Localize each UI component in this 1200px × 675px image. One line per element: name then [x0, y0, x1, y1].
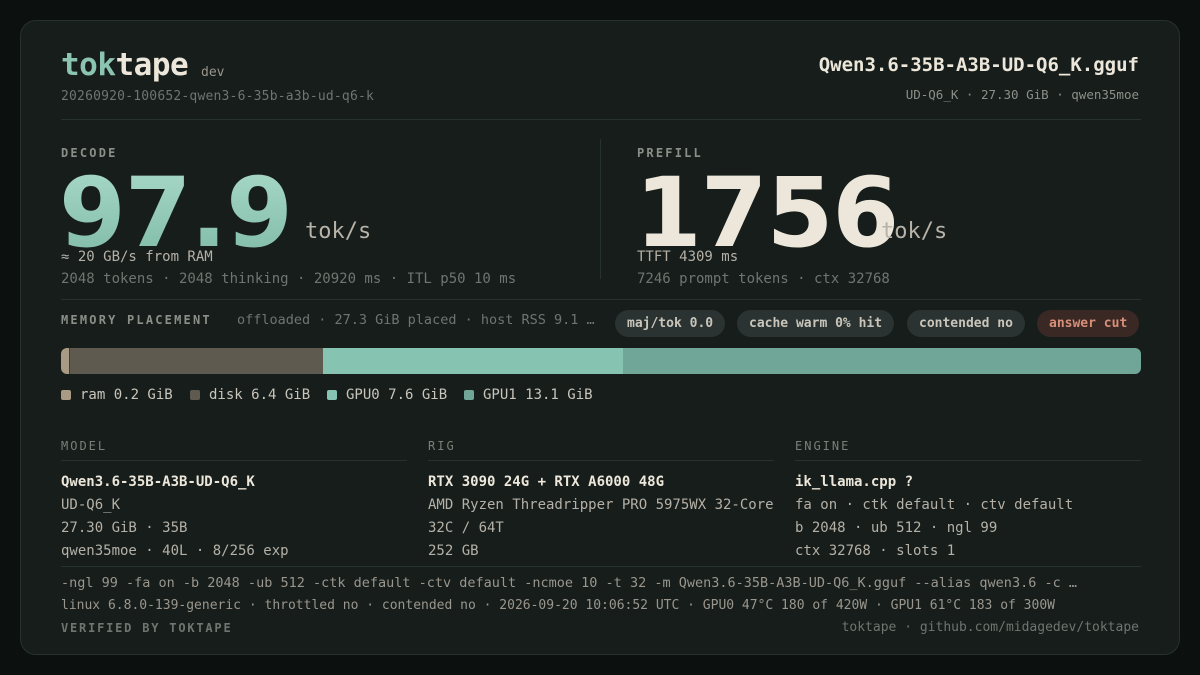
legend-disk: disk 6.4 GiB	[190, 387, 310, 403]
legend-ram: ram 0.2 GiB	[61, 387, 173, 403]
rig-gpus: RTX 3090 24G + RTX A6000 48G	[428, 474, 665, 490]
legend-gpu1: GPU1 13.1 GiB	[464, 387, 593, 403]
disk-swatch	[190, 390, 200, 400]
model-file-title: Qwen3.6-35B-A3B-UD-Q6_K.gguf	[818, 54, 1139, 76]
footer-link[interactable]: toktape · github.com/midagedev/toktape	[842, 620, 1139, 635]
model-quant: UD-Q6_K	[61, 497, 121, 513]
gpu1-swatch	[464, 390, 474, 400]
memory-segment-disk	[69, 348, 323, 374]
rig-column-head: RIG	[428, 439, 456, 453]
engine-column-rule	[795, 460, 1141, 461]
decode-unit: tok/s	[305, 219, 372, 244]
memory-bar	[61, 348, 1141, 374]
rig-threads: 32C / 64T	[428, 520, 504, 536]
decode-bandwidth: ≈ 20 GB/s from RAM	[61, 249, 213, 265]
engine-flags: fa on · ctk default · ctv default	[795, 497, 1074, 513]
rig-column-rule	[428, 460, 774, 461]
rig-column: RIG RTX 3090 24G + RTX A6000 48G AMD Ryz…	[428, 439, 774, 563]
logo-tape: tape	[115, 47, 189, 83]
memory-segment-ram	[61, 348, 70, 374]
legend-gpu1-label: GPU1 13.1 GiB	[483, 387, 593, 403]
model-column: MODEL Qwen3.6-35B-A3B-UD-Q6_K UD-Q6_K 27…	[61, 439, 407, 563]
model-arch: qwen35moe · 40L · 8/256 exp	[61, 543, 289, 559]
engine-column-head: ENGINE	[795, 439, 851, 453]
pill-answer-cut: answer cut	[1037, 310, 1140, 337]
engine-name: ik_llama.cpp ?	[795, 474, 914, 490]
model-size: 27.30 GiB · 35B	[61, 520, 188, 536]
engine-ctx: ctx 32768 · slots 1	[795, 543, 956, 559]
model-name: Qwen3.6-35B-A3B-UD-Q6_K	[61, 474, 255, 490]
memory-segment-gpu0	[322, 348, 624, 374]
memory-label: MEMORY PLACEMENT	[61, 313, 212, 327]
header-divider	[61, 119, 1141, 120]
memory-divider	[61, 299, 1141, 300]
legend-ram-label: ram 0.2 GiB	[80, 387, 173, 403]
gpu0-swatch	[327, 390, 337, 400]
run-id: 20260920-100652-qwen3-6-35b-a3b-ud-q6-k	[61, 89, 375, 104]
rig-cpu: AMD Ryzen Threadripper PRO 5975WX 32-Cor…	[428, 497, 774, 513]
command-line: -ngl 99 -fa on -b 2048 -ub 512 -ctk defa…	[61, 575, 1077, 591]
benchmark-card: toktape dev 20260920-100652-qwen3-6-35b-…	[20, 20, 1180, 655]
engine-column: ENGINE ik_llama.cpp ? fa on · ctk defaul…	[795, 439, 1141, 563]
verified-label: VERIFIED BY TOKTAPE	[61, 621, 233, 635]
legend-gpu0: GPU0 7.6 GiB	[327, 387, 447, 403]
ram-swatch	[61, 390, 71, 400]
decode-value: 97.9	[59, 157, 293, 269]
engine-batch: b 2048 · ub 512 · ngl 99	[795, 520, 998, 536]
model-column-head: MODEL	[61, 439, 108, 453]
footer-divider	[61, 566, 1141, 567]
prefill-detail: 7246 prompt tokens · ctx 32768	[637, 271, 890, 287]
logo-tok: tok	[61, 47, 116, 83]
legend-gpu0-label: GPU0 7.6 GiB	[346, 387, 448, 403]
prefill-unit: tok/s	[881, 219, 948, 244]
legend-disk-label: disk 6.4 GiB	[209, 387, 311, 403]
pill-cache: cache warm 0% hit	[737, 310, 895, 337]
env-badge: dev	[201, 65, 225, 80]
memory-desc: offloaded · 27.3 GiB placed · host RSS 9…	[237, 312, 595, 328]
system-info: linux 6.8.0-139-generic · throttled no ·…	[61, 598, 1055, 613]
model-column-rule	[61, 460, 407, 461]
prefill-ttft: TTFT 4309 ms	[637, 249, 739, 265]
memory-segment-gpu1	[623, 348, 1141, 374]
decode-detail: 2048 tokens · 2048 thinking · 20920 ms ·…	[61, 271, 517, 287]
metrics-divider	[600, 139, 601, 279]
prefill-value: 1756	[635, 157, 899, 269]
pill-maj-tok: maj/tok 0.0	[615, 310, 726, 337]
toktape-logo: toktape	[61, 47, 189, 83]
rig-ram: 252 GB	[428, 543, 479, 559]
model-meta: UD-Q6_K · 27.30 GiB · qwen35moe	[905, 87, 1139, 102]
pill-contended: contended no	[907, 310, 1025, 337]
